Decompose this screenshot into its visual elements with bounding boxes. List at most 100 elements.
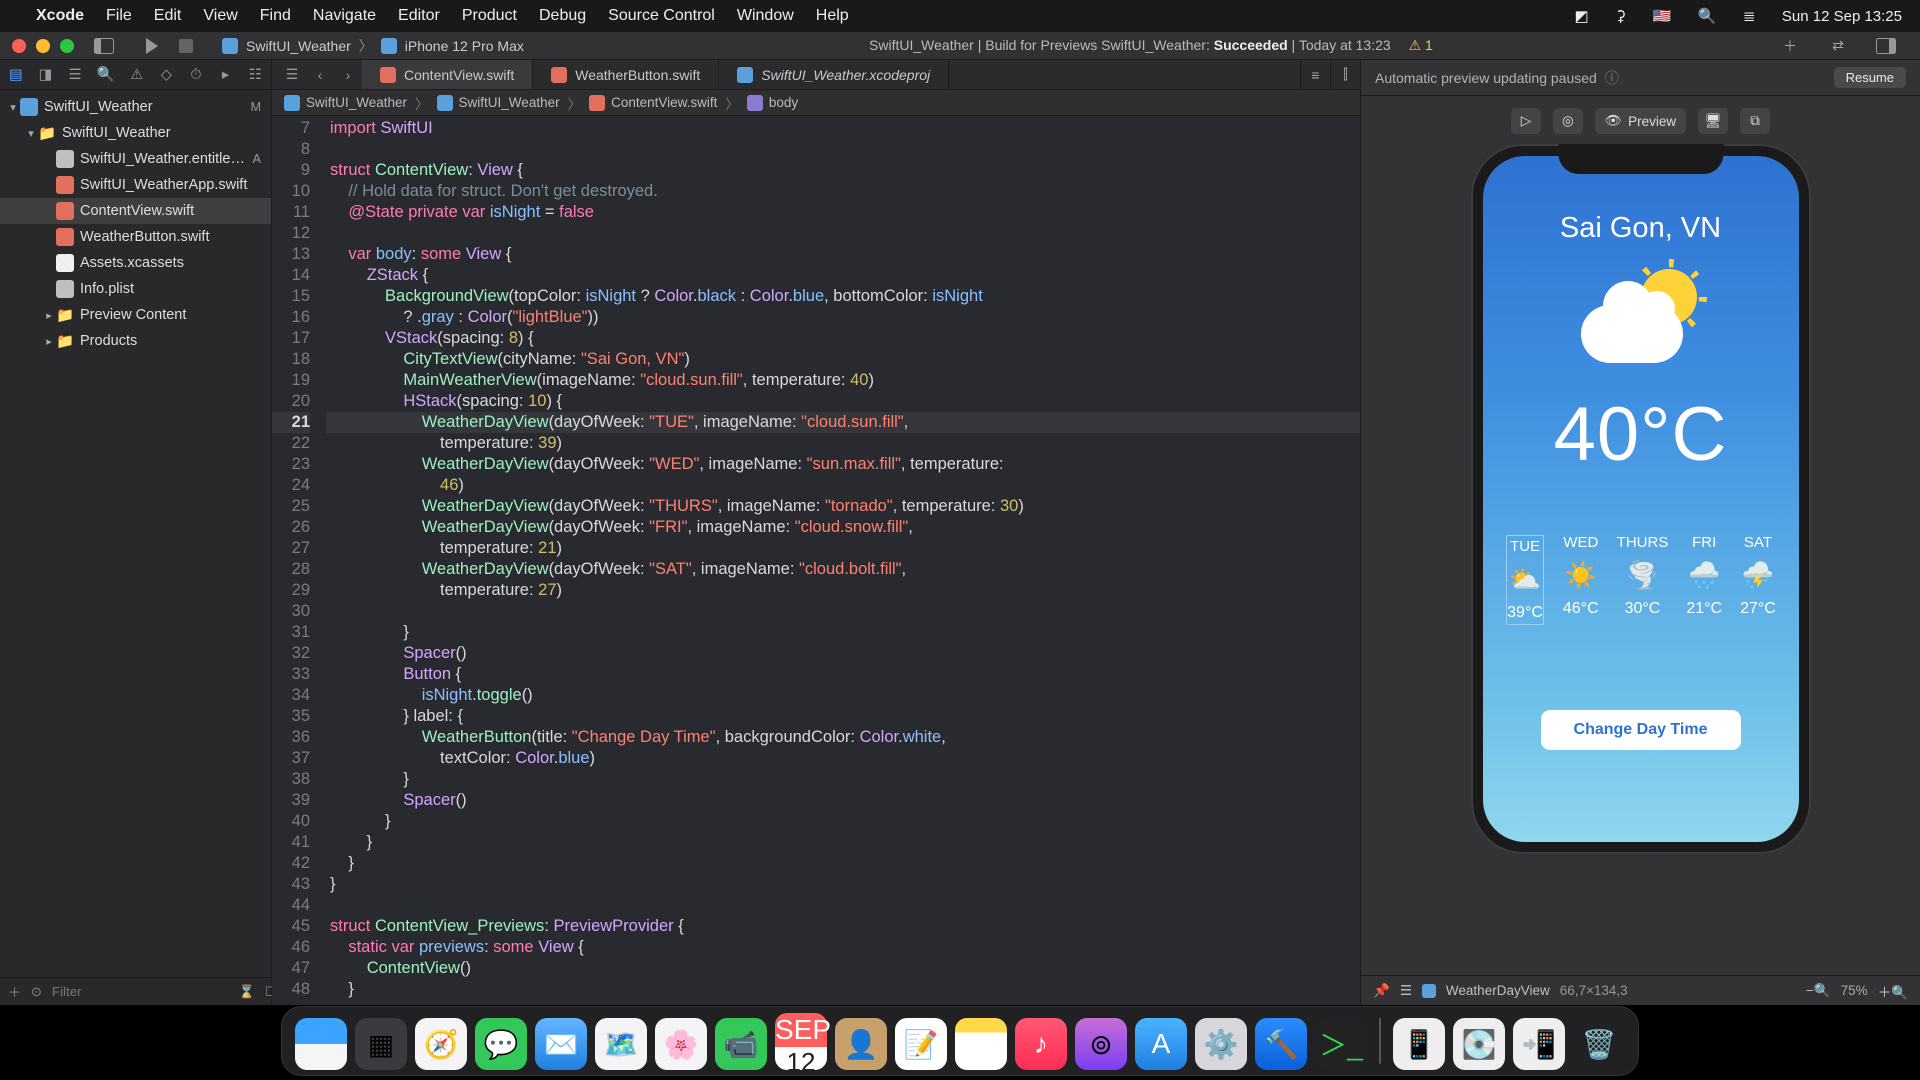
change-day-time-button[interactable]: Change Day Time: [1541, 710, 1741, 750]
code-line[interactable]: BackgroundView(topColor: isNight ? Color…: [326, 286, 1360, 307]
canvas-body[interactable]: Sai Gon, VN 40°C TUE ⛅ 39°CWED ☀️ 46°CTH…: [1361, 140, 1920, 975]
line-number[interactable]: 28: [272, 559, 310, 580]
line-number[interactable]: 14: [272, 265, 310, 286]
dock-calendar[interactable]: SEP 12: [775, 1018, 827, 1070]
code-line[interactable]: Spacer(): [326, 643, 1360, 664]
disclosure-triangle-icon[interactable]: ▸: [42, 309, 56, 322]
code-content[interactable]: import SwiftUIstruct ContentView: View {…: [320, 116, 1360, 1005]
filter-scope-icon[interactable]: ⊙: [31, 984, 42, 1000]
spotlight-icon[interactable]: 🔍: [1698, 8, 1717, 25]
code-line[interactable]: HStack(spacing: 10) {: [326, 391, 1360, 412]
menu-source-control[interactable]: Source Control: [608, 7, 715, 25]
code-line[interactable]: WeatherButton(title: "Change Day Time", …: [326, 727, 1360, 748]
line-number[interactable]: 48: [272, 979, 310, 1000]
dock-podcasts[interactable]: ⊚: [1075, 1018, 1127, 1070]
dock-settings[interactable]: ⚙️: [1195, 1018, 1247, 1070]
crumb[interactable]: SwiftUI_Weather: [459, 95, 560, 110]
line-number[interactable]: 24: [272, 475, 310, 496]
code-line[interactable]: [326, 601, 1360, 622]
line-number[interactable]: 7: [272, 118, 310, 139]
editor-tab[interactable]: WeatherButton.swift: [533, 60, 719, 89]
dock-reminders[interactable]: 📝: [895, 1018, 947, 1070]
forecast-day[interactable]: TUE ⛅ 39°C: [1505, 534, 1545, 626]
code-line[interactable]: WeatherDayView(dayOfWeek: "SAT", imageNa…: [326, 559, 1360, 580]
code-line[interactable]: CityTextView(cityName: "Sai Gon, VN"): [326, 349, 1360, 370]
code-line[interactable]: }: [326, 853, 1360, 874]
line-number[interactable]: 16: [272, 307, 310, 328]
line-number[interactable]: 25: [272, 496, 310, 517]
toggle-navigator-icon[interactable]: [92, 34, 116, 58]
line-number[interactable]: 46: [272, 937, 310, 958]
duplicate-preview-icon[interactable]: ⧉: [1740, 108, 1770, 134]
code-line[interactable]: struct ContentView_Previews: PreviewProv…: [326, 916, 1360, 937]
warning-badge[interactable]: ⚠︎ 1: [1409, 37, 1433, 53]
code-line[interactable]: import SwiftUI: [326, 118, 1360, 139]
menu-file[interactable]: File: [106, 7, 132, 25]
tree-file-row[interactable]: SwiftUI_Weather.entitle… A: [0, 146, 271, 172]
code-line[interactable]: temperature: 21): [326, 538, 1360, 559]
dock-notes[interactable]: [955, 1018, 1007, 1070]
breadcrumb-icon[interactable]: ☰: [1400, 983, 1412, 999]
tree-project-root[interactable]: ▾ SwiftUI_Weather M: [0, 94, 271, 120]
dock-xcode[interactable]: 🔨: [1255, 1018, 1307, 1070]
crumb[interactable]: body: [769, 95, 798, 110]
line-number[interactable]: 26: [272, 517, 310, 538]
crumb[interactable]: SwiftUI_Weather: [306, 95, 407, 110]
line-number[interactable]: 27: [272, 538, 310, 559]
menu-debug[interactable]: Debug: [539, 7, 586, 25]
dock-messages[interactable]: 💬: [475, 1018, 527, 1070]
menu-find[interactable]: Find: [260, 7, 291, 25]
code-line[interactable]: @State private var isNight = false: [326, 202, 1360, 223]
code-line[interactable]: } label: {: [326, 706, 1360, 727]
recent-files-icon[interactable]: ⌛: [239, 984, 255, 1000]
code-line[interactable]: [326, 139, 1360, 160]
scheme-selector[interactable]: SwiftUI_Weather 〉 iPhone 12 Pro Max: [222, 36, 524, 56]
code-line[interactable]: isNight.toggle(): [326, 685, 1360, 706]
crumb[interactable]: ContentView.swift: [611, 95, 717, 110]
zoom-out-icon[interactable]: −🔍: [1806, 983, 1831, 999]
code-line[interactable]: WeatherDayView(dayOfWeek: "TUE", imageNa…: [326, 412, 1360, 433]
line-number[interactable]: 9: [272, 160, 310, 181]
dock-music[interactable]: ♪: [1015, 1018, 1067, 1070]
line-number[interactable]: 45: [272, 916, 310, 937]
line-number[interactable]: 19: [272, 370, 310, 391]
code-review-icon[interactable]: ⇄: [1826, 34, 1850, 58]
disclosure-triangle-icon[interactable]: ▸: [42, 335, 56, 348]
wifi-icon[interactable]: ⚳: [1615, 8, 1626, 25]
line-number[interactable]: 43: [272, 874, 310, 895]
tree-file-row[interactable]: SwiftUI_WeatherApp.swift: [0, 172, 271, 198]
find-navigator-icon[interactable]: 🔍: [97, 66, 115, 83]
tree-folder-row[interactable]: ▸ 📁 Products: [0, 328, 271, 354]
window-zoom-button[interactable]: [60, 39, 74, 53]
dock-facetime[interactable]: 📹: [715, 1018, 767, 1070]
add-editor-icon[interactable]: ＋: [1778, 34, 1802, 58]
line-number[interactable]: 31: [272, 622, 310, 643]
line-number[interactable]: 39: [272, 790, 310, 811]
dock-appstore[interactable]: A: [1135, 1018, 1187, 1070]
test-navigator-icon[interactable]: ◇: [159, 67, 175, 83]
tree-file-row[interactable]: Assets.xcassets: [0, 250, 271, 276]
forecast-day[interactable]: FRI 🌧️ 21°C: [1686, 534, 1722, 626]
issue-navigator-icon[interactable]: ⚠︎: [129, 67, 145, 83]
tree-folder-row[interactable]: ▸ 📁 Preview Content: [0, 302, 271, 328]
line-number[interactable]: 47: [272, 958, 310, 979]
add-target-icon[interactable]: ＋: [8, 982, 21, 1001]
code-line[interactable]: MainWeatherView(imageName: "cloud.sun.fi…: [326, 370, 1360, 391]
tree-file-row[interactable]: WeatherButton.swift: [0, 224, 271, 250]
forecast-day[interactable]: SAT ⛈️ 27°C: [1740, 534, 1776, 626]
source-control-navigator-icon[interactable]: ◨: [38, 67, 54, 83]
line-number[interactable]: 29: [272, 580, 310, 601]
menu-edit[interactable]: Edit: [154, 7, 182, 25]
live-preview-icon[interactable]: ▷: [1511, 108, 1541, 134]
code-line[interactable]: }: [326, 874, 1360, 895]
menu-view[interactable]: View: [203, 7, 237, 25]
dock-terminal[interactable]: ＞_: [1315, 1018, 1367, 1070]
code-line[interactable]: ? .gray : Color("lightBlue")): [326, 307, 1360, 328]
code-line[interactable]: VStack(spacing: 8) {: [326, 328, 1360, 349]
navigator-filter-input[interactable]: [52, 984, 229, 999]
menu-window[interactable]: Window: [737, 7, 794, 25]
tree-file-row[interactable]: ContentView.swift: [0, 198, 271, 224]
nav-forward-icon[interactable]: ›: [334, 60, 362, 89]
line-number[interactable]: 23: [272, 454, 310, 475]
tree-file-row[interactable]: Info.plist: [0, 276, 271, 302]
